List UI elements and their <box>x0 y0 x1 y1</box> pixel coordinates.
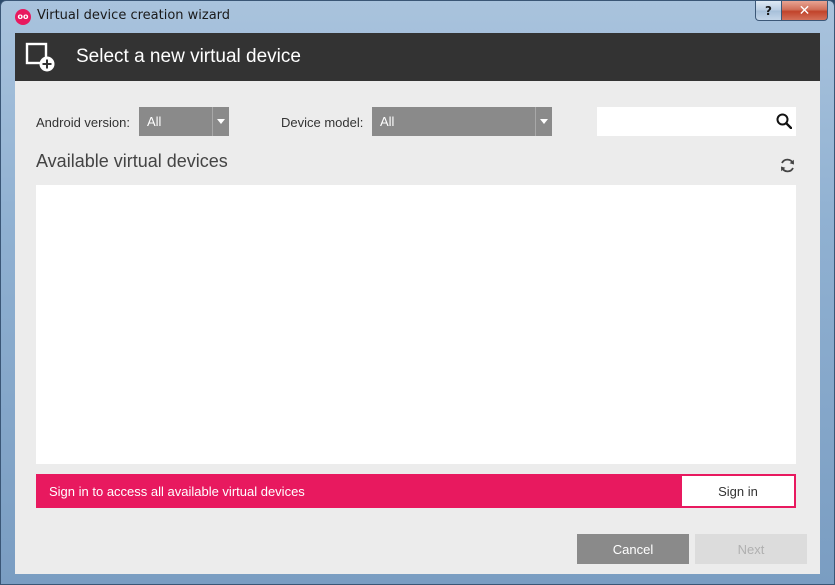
cancel-button[interactable]: Cancel <box>577 534 689 564</box>
help-button[interactable]: ? <box>755 1 782 21</box>
window-title: Virtual device creation wizard <box>37 8 231 23</box>
device-model-value: All <box>380 114 395 129</box>
app-logo-icon: oo <box>15 9 31 25</box>
window-controls: ? ✕ <box>755 1 828 21</box>
refresh-icon[interactable] <box>779 157 796 174</box>
android-version-value: All <box>147 114 162 129</box>
search-input[interactable] <box>597 107 796 136</box>
available-devices-title: Available virtual devices <box>36 151 228 171</box>
signin-button[interactable]: Sign in <box>682 476 794 506</box>
android-version-label: Android version: <box>36 115 130 130</box>
signin-banner: Sign in to access all available virtual … <box>36 474 796 508</box>
close-button[interactable]: ✕ <box>782 1 828 21</box>
chevron-down-icon <box>535 107 552 136</box>
window-frame: oo Virtual device creation wizard ? ✕ Se… <box>0 0 835 585</box>
title-bar[interactable]: oo Virtual device creation wizard ? ✕ <box>1 1 834 33</box>
chevron-down-icon <box>212 107 229 136</box>
device-model-select[interactable]: All <box>372 107 552 136</box>
dialog-content: Select a new virtual device Android vers… <box>15 33 820 574</box>
add-device-icon <box>25 42 55 72</box>
device-model-label: Device model: <box>281 115 364 130</box>
signin-message: Sign in to access all available virtual … <box>49 484 305 499</box>
next-button[interactable]: Next <box>695 534 807 564</box>
device-list[interactable] <box>36 185 796 464</box>
wizard-header: Select a new virtual device <box>15 33 820 81</box>
page-title: Select a new virtual device <box>76 46 301 67</box>
search-icon[interactable] <box>776 113 792 129</box>
android-version-select[interactable]: All <box>139 107 229 136</box>
